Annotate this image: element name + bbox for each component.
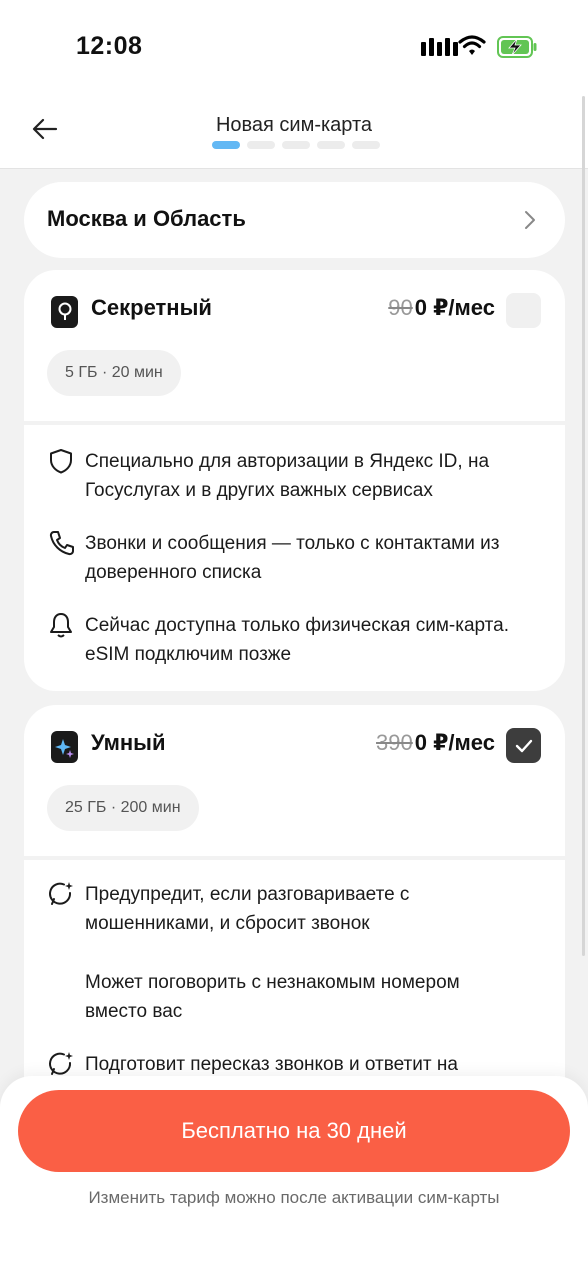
plan-features-smart: Предупредит, если разговариваете с мошен…	[24, 860, 565, 1080]
checkmark-icon	[515, 739, 532, 752]
plan-card-secret[interactable]: Секретный 900 ₽/мес 5 ГБ · 20 мин	[24, 270, 565, 421]
chevron-right-icon	[525, 211, 535, 229]
header: Новая сим-карта	[0, 96, 588, 169]
shield-icon	[50, 449, 72, 474]
feature-item: Может поговорить с незнакомым номером вм…	[48, 968, 541, 1026]
step-indicator	[247, 141, 275, 149]
bell-icon	[50, 613, 72, 638]
current-price: 0 ₽/мес	[414, 295, 495, 320]
plan-price: 900 ₽/мес	[388, 295, 495, 321]
feature-item: Предупредит, если разговариваете с мошен…	[48, 880, 541, 938]
wifi-icon	[458, 35, 486, 55]
page-title: Новая сим-карта	[215, 114, 373, 136]
bottom-panel: Бесплатно на 30 дней Изменить тариф можн…	[0, 1076, 588, 1280]
feature-item: Сейчас доступна только физическая сим-ка…	[48, 611, 541, 669]
footer-note: Изменить тариф можно после активации сим…	[88, 1188, 500, 1207]
sparkle-chat-icon	[49, 1052, 73, 1075]
step-indicator	[212, 141, 240, 149]
scrollbar[interactable]	[582, 96, 585, 956]
feature-text: Звонки и сообщения — только с контактами…	[85, 533, 500, 583]
feature-text: Специально для авторизации в Яндекс ID, …	[85, 451, 490, 501]
plan-checkbox[interactable]	[506, 728, 541, 763]
step-progress	[212, 141, 380, 149]
feature-item: Звонки и сообщения — только с контактами…	[48, 529, 541, 587]
plan-features-secret: Специально для авторизации в Яндекс ID, …	[24, 425, 565, 691]
plan-name: Секретный	[91, 295, 212, 320]
smart-plan-icon	[51, 731, 78, 763]
allowance-chip: 25 ГБ · 200 мин	[47, 785, 199, 831]
current-price: 0 ₽/мес	[414, 730, 495, 755]
plan-card-smart[interactable]: Умный 3900 ₽/мес 25 ГБ · 200 мин	[24, 705, 565, 856]
old-price: 390	[376, 730, 413, 755]
region-selector[interactable]: Москва и Область	[24, 182, 565, 258]
step-indicator	[317, 141, 345, 149]
plan-checkbox[interactable]	[506, 293, 541, 328]
secret-plan-icon	[51, 296, 78, 328]
feature-item: Специально для авторизации в Яндекс ID, …	[48, 447, 541, 505]
old-price: 90	[388, 295, 413, 320]
plan-price: 3900 ₽/мес	[376, 730, 495, 756]
feature-text: Предупредит, если разговариваете с мошен…	[85, 884, 410, 934]
status-bar: 12:08	[0, 0, 588, 96]
region-label: Москва и Область	[47, 206, 246, 231]
sparkle-chat-icon	[49, 882, 73, 905]
feature-item: Подготовит пересказ звонков и ответит на	[48, 1050, 541, 1079]
step-indicator	[352, 141, 380, 149]
battery-charging-icon	[497, 36, 537, 58]
status-time: 12:08	[76, 32, 143, 60]
phone-icon	[49, 531, 74, 556]
allowance-chip: 5 ГБ · 20 мин	[47, 350, 181, 396]
signal-icon	[421, 38, 458, 56]
feature-text: Подготовит пересказ звонков и ответит на	[85, 1054, 458, 1075]
feature-text: Сейчас доступна только физическая сим-ка…	[85, 615, 510, 665]
free-trial-button[interactable]: Бесплатно на 30 дней	[18, 1090, 570, 1172]
step-indicator	[282, 141, 310, 149]
plan-name: Умный	[91, 730, 166, 755]
feature-text: Может поговорить с незнакомым номером вм…	[85, 972, 460, 1022]
